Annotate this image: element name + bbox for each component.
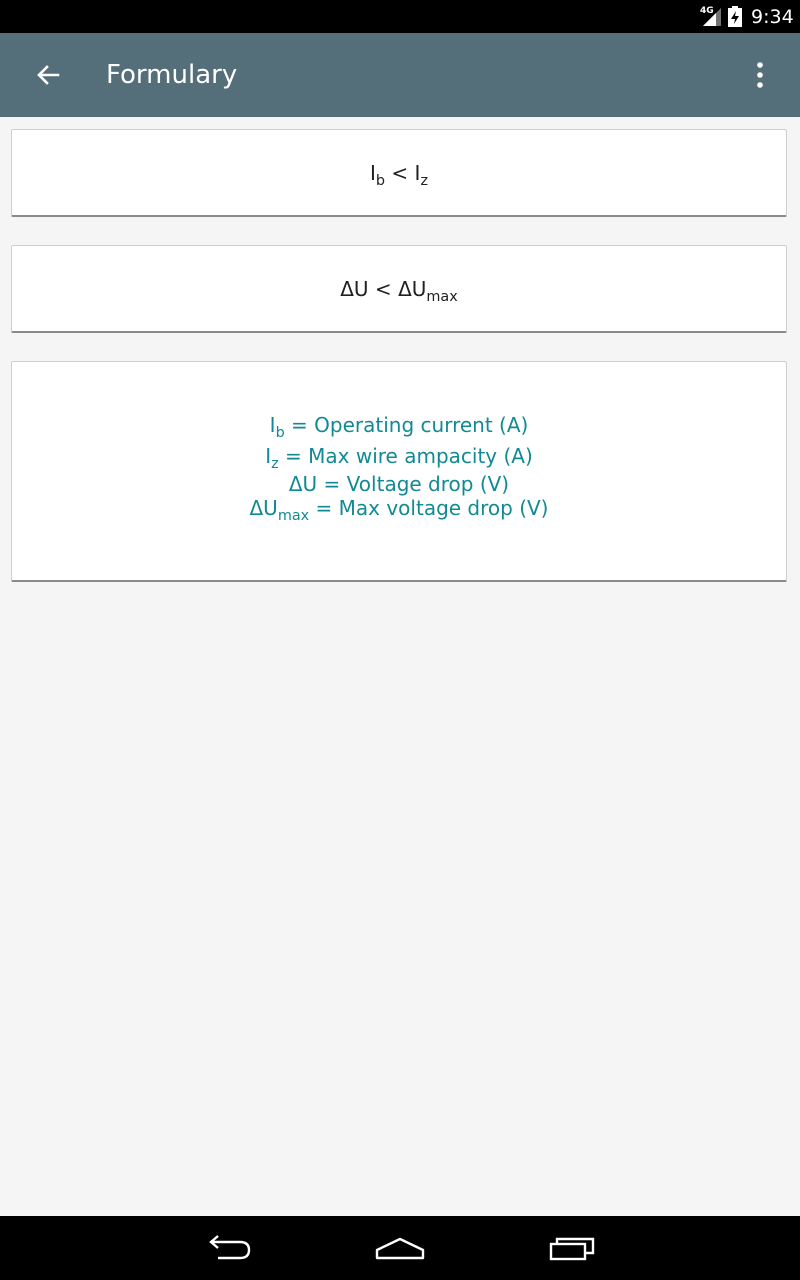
formula-card-voltage: ΔU < ΔUmax — [11, 245, 787, 333]
nav-back-icon[interactable] — [200, 1228, 260, 1268]
legend-item-operating-current: Ib = Operating current (A) — [12, 410, 786, 441]
formula-subscript: b — [375, 173, 386, 190]
legend-symbol: ΔU — [249, 496, 278, 520]
signal-icon — [703, 8, 721, 26]
formula-symbol: ΔU — [340, 277, 369, 301]
legend-text: = Max voltage drop (V) — [309, 496, 549, 520]
app-bar: Formulary — [0, 33, 800, 117]
overflow-menu-icon[interactable] — [740, 55, 780, 95]
formula-symbol: ΔU — [398, 277, 427, 301]
legend-subscript: z — [271, 456, 279, 473]
battery-charging-icon — [728, 6, 742, 27]
formula-current: Ib < Iz — [12, 130, 786, 194]
legend-subscript: max — [277, 508, 310, 525]
legend-text: = Max wire ampacity (A) — [278, 444, 533, 468]
status-time: 9:34 — [751, 6, 794, 28]
legend-item-max-wire-ampacity: Iz = Max wire ampacity (A) — [12, 441, 786, 472]
nav-home-icon[interactable] — [370, 1228, 430, 1268]
legend-text: = Voltage drop (V) — [317, 472, 510, 496]
nav-recents-icon[interactable] — [540, 1228, 600, 1268]
legend-subscript: b — [275, 425, 285, 442]
formula-operator: < — [368, 277, 399, 301]
legend: Ib = Operating current (A) Iz = Max wire… — [12, 362, 786, 524]
formula-operator: < — [385, 161, 415, 185]
legend-text: = Operating current (A) — [284, 413, 529, 437]
navigation-bar — [0, 1216, 800, 1280]
legend-symbol: ΔU — [288, 472, 318, 496]
legend-item-voltage-drop: ΔU = Voltage drop (V) — [12, 472, 786, 496]
formula-voltage: ΔU < ΔUmax — [12, 246, 786, 310]
legend-card: Ib = Operating current (A) Iz = Max wire… — [11, 361, 787, 582]
legend-item-max-voltage-drop: ΔUmax = Max voltage drop (V) — [12, 496, 786, 524]
back-arrow-icon[interactable] — [28, 55, 68, 95]
formula-card-current: Ib < Iz — [11, 129, 787, 217]
status-bar: 4G 9:34 — [0, 0, 800, 33]
formula-subscript: z — [420, 173, 428, 190]
page-title: Formulary — [106, 60, 238, 90]
formula-subscript: max — [426, 289, 458, 306]
